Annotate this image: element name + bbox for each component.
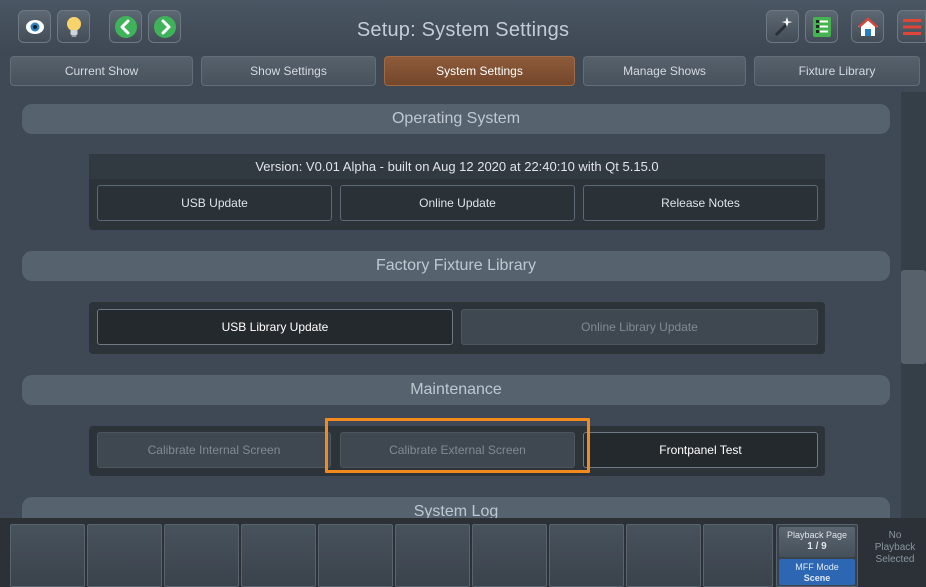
usb-update-button[interactable]: USB Update (97, 185, 332, 221)
playback-bar: Playback Page 1 / 9 MFF Mode Scene No Pl… (0, 518, 926, 587)
playback-slot[interactable] (164, 524, 239, 587)
playback-page-box: Playback Page 1 / 9 MFF Mode Scene (776, 524, 858, 587)
next-button[interactable] (148, 10, 181, 43)
settings-content: Operating System Version: V0.01 Alpha - … (0, 92, 926, 518)
no-playback-line: Playback (874, 542, 916, 553)
playback-page-label: Playback Page (786, 530, 848, 540)
notes-icon (812, 16, 831, 37)
release-notes-button[interactable]: Release Notes (583, 185, 818, 221)
eye-button[interactable] (18, 10, 51, 43)
tab-system-settings[interactable]: System Settings (384, 56, 575, 86)
lightbulb-button[interactable] (57, 10, 90, 43)
mff-mode-button[interactable]: MFF Mode Scene (779, 559, 855, 585)
online-update-button[interactable]: Online Update (340, 185, 575, 221)
usb-library-update-button[interactable]: USB Library Update (97, 309, 453, 345)
playback-slot[interactable] (87, 524, 162, 587)
magic-wand-icon (774, 16, 792, 36)
playback-page-button[interactable]: Playback Page 1 / 9 (779, 527, 855, 557)
previous-button[interactable] (109, 10, 142, 43)
playback-slot[interactable] (472, 524, 547, 587)
home-button[interactable] (851, 10, 884, 43)
section-header-maintenance: Maintenance (22, 375, 890, 405)
online-library-update-button[interactable]: Online Library Update (461, 309, 818, 345)
mff-mode-value: Scene (803, 573, 831, 583)
chevron-right-icon (153, 15, 176, 38)
section-header-factory-fixture-library: Factory Fixture Library (22, 251, 890, 281)
tab-current-show[interactable]: Current Show (10, 56, 193, 86)
playback-slot[interactable] (703, 524, 773, 587)
magic-wand-button[interactable] (766, 10, 799, 43)
top-bar: Setup: System Settings (0, 0, 926, 56)
playback-slot[interactable] (241, 524, 316, 587)
frontpanel-test-button[interactable]: Frontpanel Test (583, 432, 818, 468)
section-header-operating-system: Operating System (22, 104, 890, 134)
playback-slot[interactable] (318, 524, 393, 587)
no-playback-line: No (888, 530, 902, 541)
menu-button[interactable] (897, 10, 926, 43)
playback-page-value: 1 / 9 (807, 541, 827, 552)
tab-bar: Current Show Show Settings System Settin… (0, 56, 926, 89)
tab-show-settings[interactable]: Show Settings (201, 56, 376, 86)
playback-slot[interactable] (10, 524, 85, 587)
operating-system-panel: Version: V0.01 Alpha - built on Aug 12 2… (89, 154, 825, 230)
playback-slot[interactable] (395, 524, 470, 587)
calibrate-internal-screen-button[interactable]: Calibrate Internal Screen (97, 432, 331, 468)
playback-slot[interactable] (626, 524, 701, 587)
page-title: Setup: System Settings (356, 19, 570, 41)
home-icon (857, 16, 878, 36)
menu-icon (902, 18, 921, 35)
tab-manage-shows[interactable]: Manage Shows (583, 56, 746, 86)
no-playback-line: Selected (875, 554, 915, 565)
scrollbar-thumb[interactable] (901, 270, 926, 364)
version-info: Version: V0.01 Alpha - built on Aug 12 2… (89, 154, 825, 179)
fixture-library-panel: USB Library Update Online Library Update (89, 302, 825, 354)
tab-fixture-library[interactable]: Fixture Library (754, 56, 920, 86)
notes-button[interactable] (805, 10, 838, 43)
mff-mode-label: MFF Mode (795, 562, 839, 572)
no-playback-status: No Playback Selected (864, 530, 926, 566)
eye-icon (25, 19, 44, 34)
lightbulb-icon (66, 16, 81, 37)
playback-slot[interactable] (549, 524, 624, 587)
chevron-left-icon (114, 15, 137, 38)
highlight-box (325, 418, 590, 473)
section-header-system-log: System Log (22, 497, 890, 518)
